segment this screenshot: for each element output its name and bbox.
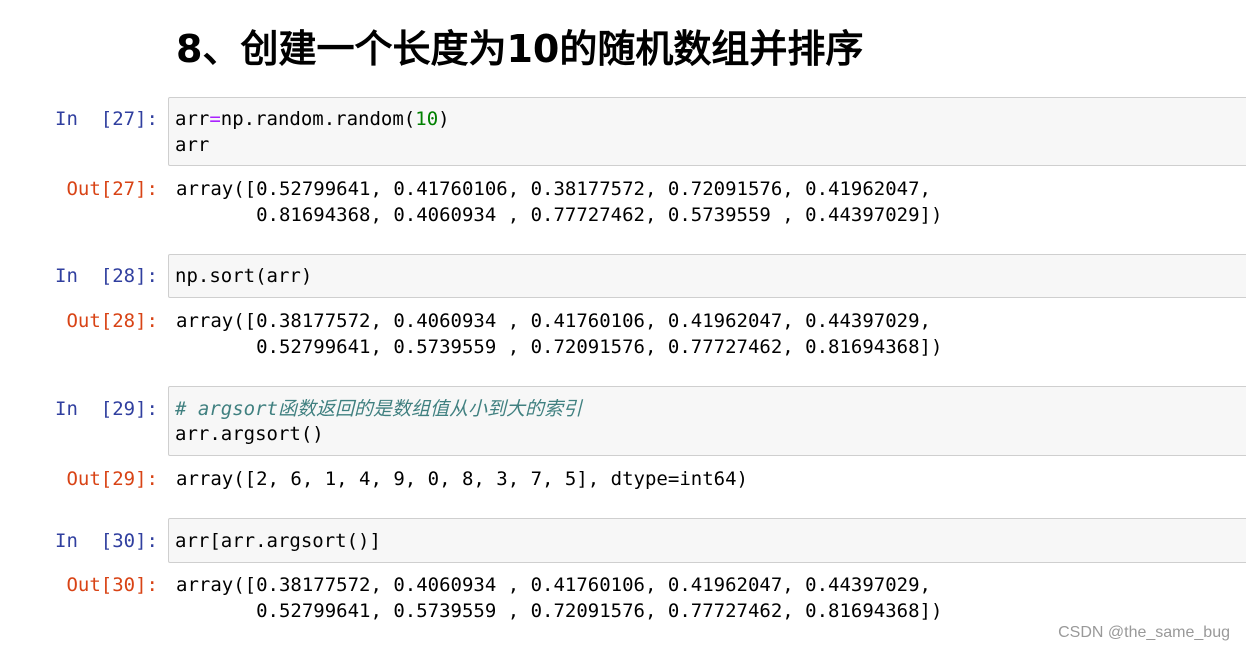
input-prompt: In [30]:	[55, 530, 158, 552]
input-prompt: In [27]:	[55, 108, 158, 130]
output-text: array([0.38177572, 0.4060934 , 0.4176010…	[176, 310, 931, 332]
output-text: 0.52799641, 0.5739559 , 0.72091576, 0.77…	[176, 600, 943, 622]
section-heading: 8、创建一个长度为10的随机数组并排序	[176, 27, 864, 71]
output-prompt: Out[30]:	[66, 574, 158, 596]
code-comment: # argsort函数返回的是数组值从小到大的索引	[175, 398, 582, 420]
output-text: 0.52799641, 0.5739559 , 0.72091576, 0.77…	[176, 336, 943, 358]
code-line: arr[arr.argsort()]	[175, 530, 381, 552]
output-text: array([0.52799641, 0.41760106, 0.3817757…	[176, 178, 931, 200]
input-prompt: In [28]:	[55, 265, 158, 287]
input-prompt: In [29]:	[55, 398, 158, 420]
output-text: 0.81694368, 0.4060934 , 0.77727462, 0.57…	[176, 204, 943, 226]
code-input-area[interactable]	[168, 254, 1246, 298]
output-prompt: Out[29]:	[66, 468, 158, 490]
code-line: arr	[175, 134, 210, 156]
watermark: CSDN @the_same_bug	[1058, 624, 1230, 641]
output-text: array([2, 6, 1, 4, 9, 0, 8, 3, 7, 5], dt…	[176, 468, 748, 490]
output-prompt: Out[28]:	[66, 310, 158, 332]
output-text: array([0.38177572, 0.4060934 , 0.4176010…	[176, 574, 931, 596]
code-line: arr.argsort()	[175, 423, 324, 445]
code-line: arr=np.random.random(10)	[175, 108, 450, 130]
output-prompt: Out[27]:	[66, 178, 158, 200]
code-line: np.sort(arr)	[175, 265, 313, 287]
